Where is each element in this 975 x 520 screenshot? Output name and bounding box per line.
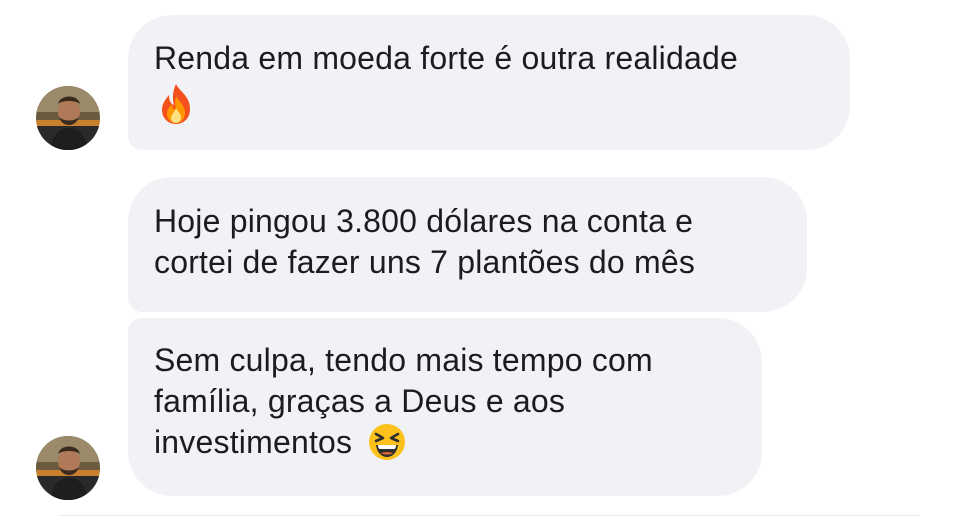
message-bubble[interactable]: Hoje pingou 3.800 dólares na conta e cor…: [128, 177, 807, 312]
user-avatar-icon: [36, 86, 100, 150]
message-text-line-with-emoji: investimentos: [154, 422, 736, 465]
fire-emoji-icon: [156, 82, 196, 126]
message-text-line: investimentos: [154, 424, 353, 460]
avatar[interactable]: [36, 86, 100, 150]
message-text-line: família, graças a Deus e aos: [154, 383, 566, 419]
message-text-line: Renda em moeda forte é outra realidade: [154, 40, 738, 76]
divider: [60, 515, 920, 516]
message-text-line: Sem culpa, tendo mais tempo com: [154, 342, 653, 378]
chat-thread: Renda em moeda forte é outra realidade H…: [0, 0, 975, 520]
message-text-line: cortei de fazer uns 7 plantões do mês: [154, 244, 696, 280]
message-bubble[interactable]: Sem culpa, tendo mais tempo com família,…: [128, 318, 762, 496]
grinning-squinting-face-emoji-icon: [367, 422, 407, 462]
user-avatar-icon: [36, 436, 100, 500]
avatar[interactable]: [36, 436, 100, 500]
message-text-line: Hoje pingou 3.800 dólares na conta e: [154, 203, 694, 239]
message-bubble[interactable]: Renda em moeda forte é outra realidade: [128, 15, 850, 150]
